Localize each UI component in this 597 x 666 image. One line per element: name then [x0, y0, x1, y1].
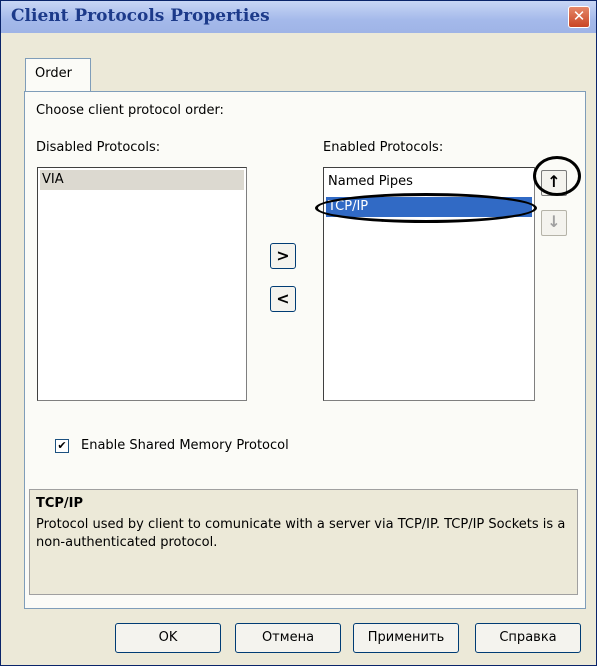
arrow-down-icon: ↓ — [547, 212, 561, 231]
arrow-up-icon: ↑ — [547, 172, 561, 191]
description-text: Protocol used by client to comunicate wi… — [36, 517, 566, 550]
move-up-button[interactable]: ↑ — [541, 170, 567, 196]
move-left-button[interactable]: < — [270, 286, 296, 312]
cancel-button[interactable]: Отмена — [235, 623, 341, 653]
dialog-window: Client Protocols Properties ✕ Order Choo… — [0, 0, 597, 666]
shared-memory-label: Enable Shared Memory Protocol — [81, 438, 289, 453]
enabled-protocols-label: Enabled Protocols: — [323, 140, 444, 155]
disabled-protocols-list[interactable]: VIA — [37, 167, 247, 401]
list-item-selected[interactable]: TCP/IP — [326, 197, 532, 217]
tab-order[interactable]: Order — [25, 58, 91, 92]
ok-button[interactable]: OK — [115, 623, 221, 653]
help-button[interactable]: Справка — [475, 623, 581, 653]
choose-order-label: Choose client protocol order: — [36, 103, 224, 118]
disabled-protocols-label: Disabled Protocols: — [36, 140, 161, 155]
list-item[interactable]: Named Pipes — [326, 172, 532, 192]
move-right-button[interactable]: > — [270, 243, 296, 269]
enabled-protocols-list[interactable]: Named Pipes TCP/IP — [323, 167, 535, 401]
close-icon: ✕ — [572, 7, 586, 25]
title-bar[interactable]: Client Protocols Properties ✕ — [1, 1, 596, 33]
checkmark-icon: ✔ — [57, 439, 67, 452]
chevron-right-icon: > — [276, 246, 290, 265]
list-item[interactable]: VIA — [40, 170, 244, 190]
protocol-description-box: TCP/IP Protocol used by client to comuni… — [29, 489, 578, 595]
window-title: Client Protocols Properties — [11, 6, 270, 26]
apply-button[interactable]: Применить — [353, 623, 459, 653]
chevron-left-icon: < — [276, 289, 290, 308]
description-title: TCP/IP — [36, 496, 84, 511]
close-button[interactable]: ✕ — [568, 6, 590, 28]
tab-order-label: Order — [35, 66, 72, 81]
move-down-button[interactable]: ↓ — [541, 210, 567, 236]
shared-memory-checkbox[interactable]: ✔ — [55, 439, 69, 453]
